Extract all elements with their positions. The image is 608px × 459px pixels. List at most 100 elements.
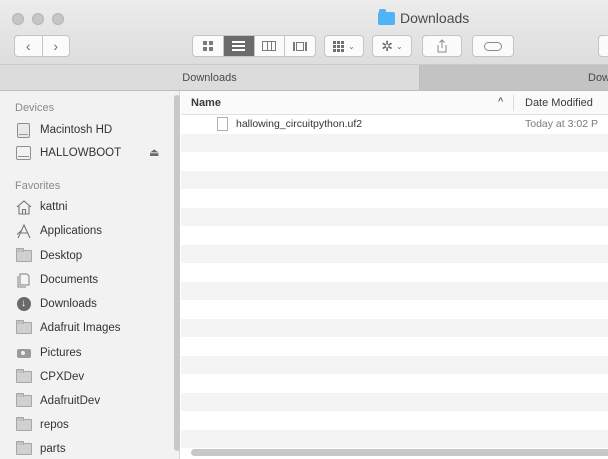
sidebar-item-documents[interactable]: Documents <box>15 270 165 290</box>
sidebar-item-label: CPXDev <box>40 371 85 383</box>
sidebar-item-macintosh-hd[interactable]: Macintosh HD <box>15 120 165 140</box>
chevron-down-icon: ⌄ <box>396 41 403 51</box>
pictures-icon <box>15 346 32 360</box>
folder-icon <box>378 8 395 25</box>
sidebar-item-repos[interactable]: repos <box>15 415 165 435</box>
column-divider[interactable] <box>513 95 514 111</box>
back-forward-buttons: ‹ › <box>14 35 70 57</box>
empty-row <box>181 281 608 300</box>
sidebar-item-label: Desktop <box>40 250 83 262</box>
column-header-date-modified[interactable]: Date Modified <box>525 97 593 109</box>
minimize-window-button[interactable] <box>32 13 44 25</box>
tab-downloads-second[interactable]: Dow <box>420 65 608 90</box>
sidebar-item-hallowboot[interactable]: HALLOWBOOT <box>15 143 165 163</box>
gear-icon: ✲ <box>381 37 394 54</box>
sidebar-item-label: Documents <box>40 274 99 286</box>
tab-bar: Downloads Dow <box>0 65 608 91</box>
icon-view-button[interactable] <box>193 36 224 56</box>
downloads-icon: ↓ <box>15 297 32 311</box>
desktop-icon <box>15 248 32 263</box>
empty-row <box>181 411 608 430</box>
file-list: Name ^ Date Modified hallowing_circuitpy… <box>181 91 608 459</box>
external-drive-icon <box>15 146 32 160</box>
tab-downloads[interactable]: Downloads <box>0 65 420 90</box>
sidebar-item-adafruit-images[interactable]: Adafruit Images <box>15 318 165 338</box>
share-button[interactable] <box>422 35 462 57</box>
sidebar-item-label: parts <box>40 443 66 455</box>
action-button[interactable]: ✲ ⌄ <box>372 35 412 57</box>
sidebar-item-label: Pictures <box>40 347 82 359</box>
empty-row <box>181 244 608 263</box>
sidebar-item-kattni[interactable]: kattni <box>15 197 165 217</box>
home-icon <box>15 199 32 215</box>
documents-icon <box>15 273 32 287</box>
icon-view-icon <box>202 41 213 51</box>
empty-row <box>181 170 608 189</box>
sidebar-item-label: HALLOWBOOT <box>40 147 122 159</box>
close-window-button[interactable] <box>12 13 24 25</box>
list-rows: hallowing_circuitpython.uf2 Today at 3:0… <box>181 115 608 448</box>
arrange-button[interactable]: ⌄ <box>324 35 364 57</box>
empty-row <box>181 300 608 319</box>
file-date-modified: Today at 3:02 P <box>525 118 598 130</box>
forward-button[interactable]: › <box>43 36 70 56</box>
sidebar-scrollbar[interactable] <box>174 95 180 451</box>
folder-icon <box>15 441 32 456</box>
window-controls <box>12 13 64 25</box>
sidebar-item-pictures[interactable]: Pictures <box>15 343 165 363</box>
tag-icon <box>484 41 502 51</box>
sidebar-item-label: AdafruitDev <box>40 395 101 407</box>
list-view-button[interactable] <box>223 36 255 56</box>
view-mode-selector <box>192 35 316 57</box>
sidebar-item-desktop[interactable]: Desktop <box>15 246 165 266</box>
empty-row <box>181 318 608 337</box>
folder-icon <box>15 417 32 432</box>
empty-row <box>181 152 608 171</box>
horizontal-scrollbar[interactable] <box>191 449 608 456</box>
column-view-button[interactable] <box>255 36 286 56</box>
sidebar-item-applications[interactable]: Applications <box>15 221 165 241</box>
sort-ascending-icon[interactable]: ^ <box>498 96 503 106</box>
sidebar-item-adafruitdev[interactable]: AdafruitDev <box>15 391 165 411</box>
cover-flow-button[interactable] <box>285 36 315 56</box>
window-titlebar: Downloads ‹ › ⌄ ✲ ⌄ <box>0 0 608 65</box>
tags-button[interactable] <box>472 35 514 57</box>
empty-row <box>181 355 608 374</box>
empty-row <box>181 263 608 282</box>
sidebar-heading-devices: Devices <box>15 102 55 114</box>
empty-row <box>181 207 608 226</box>
back-button[interactable]: ‹ <box>15 36 42 56</box>
empty-row <box>181 133 608 152</box>
sidebar-item-label: Macintosh HD <box>40 124 113 136</box>
sidebar-item-parts[interactable]: parts <box>15 439 165 459</box>
sidebar-item-label: Applications <box>40 225 103 237</box>
column-header-name[interactable]: Name <box>191 97 221 109</box>
empty-row <box>181 226 608 245</box>
file-name: hallowing_circuitpython.uf2 <box>236 118 363 130</box>
folder-icon <box>15 369 32 384</box>
chevron-down-icon: ⌄ <box>348 41 355 51</box>
share-icon <box>437 39 447 53</box>
folder-icon <box>15 393 32 408</box>
empty-row <box>181 337 608 356</box>
sidebar-item-label: Adafruit Images <box>40 322 121 334</box>
list-header: Name ^ Date Modified <box>181 91 608 115</box>
eject-icon[interactable]: ⏏ <box>149 146 159 159</box>
empty-row <box>181 392 608 411</box>
internal-disk-icon <box>15 122 32 138</box>
sidebar-heading-favorites: Favorites <box>15 180 61 192</box>
sidebar-item-label: repos <box>40 419 69 431</box>
sidebar-item-cpxdev[interactable]: CPXDev <box>15 367 165 387</box>
cover-flow-icon <box>293 41 308 51</box>
folder-icon <box>15 320 32 335</box>
document-icon <box>217 117 228 131</box>
toolbar-overflow-button[interactable] <box>598 35 608 57</box>
sidebar-item-label: kattni <box>40 201 68 213</box>
empty-row <box>181 374 608 393</box>
sidebar-item-label: Downloads <box>40 298 97 310</box>
zoom-window-button[interactable] <box>52 13 64 25</box>
table-row[interactable]: hallowing_circuitpython.uf2 Today at 3:0… <box>181 115 608 134</box>
arrange-icon <box>333 40 345 52</box>
empty-row <box>181 429 608 448</box>
sidebar-item-downloads[interactable]: ↓ Downloads <box>15 294 165 314</box>
